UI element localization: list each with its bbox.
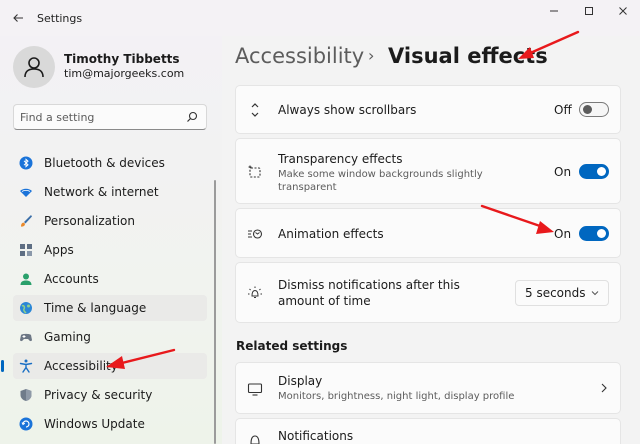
animation-setting-card: Animation effects On bbox=[235, 208, 621, 258]
minimize-icon bbox=[550, 10, 558, 12]
sidebar-item-network[interactable]: Network & internet bbox=[13, 179, 207, 205]
transparency-setting-card: Transparency effects Make some window ba… bbox=[235, 138, 621, 204]
sun-bell-icon bbox=[248, 286, 262, 298]
sidebar-item-label: Bluetooth & devices bbox=[44, 156, 165, 170]
sidebar-item-label: Network & internet bbox=[44, 185, 159, 199]
close-button[interactable] bbox=[612, 6, 634, 20]
scrollbars-setting-title: Always show scrollbars bbox=[278, 103, 417, 117]
toggle-knob bbox=[583, 105, 592, 114]
sidebar-item-time-language[interactable]: Time & language bbox=[13, 295, 207, 321]
scrollbars-setting-card: Always show scrollbars Off bbox=[235, 85, 621, 134]
sidebar-item-accessibility[interactable]: Accessibility bbox=[1, 353, 207, 379]
back-arrow-icon bbox=[13, 14, 23, 22]
transparency-toggle[interactable] bbox=[579, 164, 609, 179]
accessibility-icon bbox=[19, 359, 33, 373]
page-title: Visual effects bbox=[388, 44, 548, 68]
animation-toggle[interactable] bbox=[579, 226, 609, 241]
animation-setting-title: Animation effects bbox=[278, 227, 384, 241]
sidebar-item-windows-update[interactable]: Windows Update bbox=[13, 411, 207, 437]
apps-icon bbox=[20, 244, 32, 256]
sidebar-item-apps[interactable]: Apps bbox=[13, 237, 207, 263]
close-icon bbox=[619, 7, 627, 15]
sidebar-item-label: Gaming bbox=[44, 330, 91, 344]
update-icon bbox=[19, 417, 33, 431]
scrollbars-toggle[interactable] bbox=[579, 102, 609, 117]
display-link-title: Display bbox=[278, 374, 323, 388]
sidebar-item-label: Apps bbox=[44, 243, 74, 257]
chevron-right-icon bbox=[601, 383, 607, 393]
brush-icon bbox=[21, 215, 32, 227]
display-link-description: Monitors, brightness, night light, displ… bbox=[278, 391, 515, 402]
sidebar-item-label: Accounts bbox=[44, 272, 99, 286]
sidebar-scrollbar[interactable] bbox=[214, 180, 216, 444]
main-content: Accessibility › Visual effects Always sh… bbox=[222, 36, 640, 444]
user-icon bbox=[24, 57, 44, 78]
gamepad-icon bbox=[20, 333, 32, 342]
sidebar-item-privacy[interactable]: Privacy & security bbox=[13, 382, 207, 408]
monitor-icon bbox=[247, 383, 263, 396]
maximize-icon bbox=[585, 7, 593, 15]
bell-icon bbox=[250, 435, 260, 444]
related-settings-heading: Related settings bbox=[236, 339, 348, 353]
title-bar: Settings bbox=[0, 0, 640, 36]
maximize-button[interactable] bbox=[578, 6, 600, 20]
transparency-toggle-state: On bbox=[554, 165, 572, 179]
user-name: Timothy Tibbetts bbox=[64, 52, 180, 66]
animation-toggle-state: On bbox=[554, 227, 572, 241]
sidebar-item-personalization[interactable]: Personalization bbox=[13, 208, 207, 234]
shield-icon bbox=[20, 389, 32, 401]
wifi-icon bbox=[20, 188, 32, 197]
transparency-icon bbox=[248, 165, 261, 178]
dismiss-duration-dropdown[interactable]: 5 seconds bbox=[515, 280, 609, 306]
sidebar-item-label: Personalization bbox=[44, 214, 135, 228]
transparency-setting-title: Transparency effects bbox=[278, 152, 403, 166]
bluetooth-icon bbox=[19, 156, 33, 170]
search-box[interactable] bbox=[13, 104, 207, 130]
sidebar-item-label: Accessibility bbox=[44, 359, 118, 373]
scrollbar-icon bbox=[251, 103, 259, 117]
sidebar-item-accounts[interactable]: Accounts bbox=[13, 266, 207, 292]
search-icon[interactable] bbox=[186, 111, 198, 123]
transparency-setting-description: Make some window backgrounds slightly tr… bbox=[278, 169, 483, 193]
notifications-link-card[interactable]: Notifications bbox=[235, 418, 621, 444]
scrollbars-toggle-state: Off bbox=[554, 103, 572, 117]
minimize-button[interactable] bbox=[543, 6, 565, 20]
chevron-down-icon bbox=[591, 291, 599, 296]
sidebar-item-label: Time & language bbox=[44, 301, 147, 315]
notifications-link-title: Notifications bbox=[278, 429, 354, 443]
globe-icon bbox=[20, 302, 32, 314]
sidebar-item-bluetooth[interactable]: Bluetooth & devices bbox=[13, 150, 207, 176]
settings-window: Settings Timothy Tibbetts tim@majorgeeks… bbox=[0, 0, 640, 444]
toggle-knob bbox=[597, 167, 606, 176]
search-input[interactable] bbox=[20, 109, 180, 126]
sidebar-item-gaming[interactable]: Gaming bbox=[13, 324, 207, 350]
animation-icon bbox=[248, 229, 263, 239]
person-icon bbox=[20, 273, 32, 285]
dismiss-setting-card: Dismiss notifications after this amount … bbox=[235, 262, 621, 323]
user-email: tim@majorgeeks.com bbox=[64, 67, 185, 80]
display-link-card[interactable]: Display Monitors, brightness, night ligh… bbox=[235, 362, 621, 414]
breadcrumb-separator: › bbox=[368, 46, 375, 65]
active-indicator bbox=[1, 360, 4, 372]
back-button[interactable] bbox=[10, 10, 26, 26]
dropdown-value: 5 seconds bbox=[525, 286, 586, 300]
app-title: Settings bbox=[37, 12, 83, 25]
toggle-knob bbox=[597, 229, 606, 238]
sidebar-item-label: Privacy & security bbox=[44, 388, 153, 402]
dismiss-setting-title: Dismiss notifications after this amount … bbox=[278, 278, 460, 308]
sidebar: Timothy Tibbetts tim@majorgeeks.com Blue… bbox=[0, 36, 222, 444]
avatar[interactable] bbox=[13, 46, 55, 88]
sidebar-item-label: Windows Update bbox=[44, 417, 145, 431]
breadcrumb-parent[interactable]: Accessibility bbox=[235, 44, 364, 68]
